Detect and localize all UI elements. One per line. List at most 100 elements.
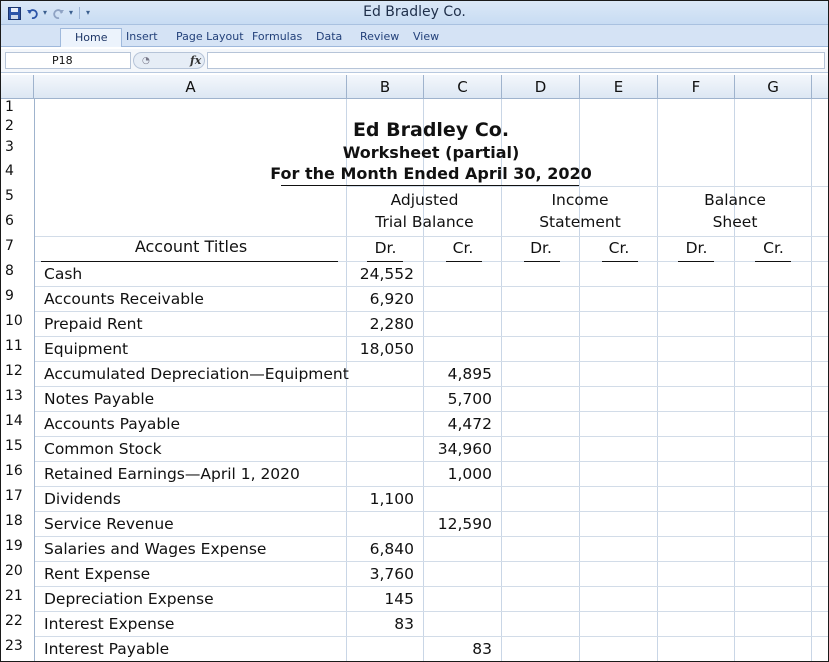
account-title: Cash: [44, 265, 83, 283]
row-header[interactable]: 21: [1, 588, 34, 604]
row-header[interactable]: 23: [1, 638, 34, 654]
tab-page-layout[interactable]: Page Layout: [174, 28, 246, 47]
select-all-corner[interactable]: [1, 75, 34, 99]
expand-icon[interactable]: ◔: [142, 56, 150, 66]
row-header[interactable]: 9: [1, 288, 34, 304]
period-underline: [281, 185, 579, 186]
tab-review[interactable]: Review: [358, 28, 401, 47]
account-cr: 5,700: [447, 390, 492, 408]
account-dr: 1,100: [369, 490, 414, 508]
row-header[interactable]: 5: [1, 188, 34, 204]
tab-view[interactable]: View: [411, 28, 441, 47]
row-header[interactable]: 8: [1, 263, 34, 279]
account-title: Depreciation Expense: [44, 590, 214, 608]
insert-function-icon[interactable]: fx: [190, 53, 201, 68]
atb-dr-header: Dr.: [374, 239, 397, 257]
row-header[interactable]: 15: [1, 438, 34, 454]
account-title: Interest Payable: [44, 640, 170, 658]
account-cr: 1,000: [447, 465, 492, 483]
account-title: Dividends: [44, 490, 121, 508]
column-header-g[interactable]: G: [735, 75, 812, 99]
tab-home[interactable]: Home: [60, 28, 123, 47]
row-header[interactable]: 12: [1, 363, 34, 379]
account-dr: 3,760: [369, 565, 414, 583]
company-title: Ed Bradley Co.: [352, 119, 510, 141]
column-header-c[interactable]: C: [424, 75, 502, 99]
worksheet-subtitle: Worksheet (partial): [342, 143, 520, 162]
account-dr: 6,840: [369, 540, 414, 558]
window-title: Ed Bradley Co.: [363, 4, 466, 20]
row-header[interactable]: 3: [1, 139, 34, 155]
row-header[interactable]: 22: [1, 613, 34, 629]
account-cr: 83: [472, 640, 492, 658]
account-title: Salaries and Wages Expense: [44, 540, 267, 558]
account-title: Accounts Payable: [44, 415, 181, 433]
bs-header-line1: Balance: [704, 191, 766, 209]
account-cr: 4,895: [447, 365, 492, 383]
account-title: Notes Payable: [44, 390, 155, 408]
row-header-divider: [34, 99, 35, 661]
column-header-d[interactable]: D: [502, 75, 580, 99]
account-title: Prepaid Rent: [44, 315, 143, 333]
account-dr: 145: [384, 590, 414, 608]
name-box[interactable]: P18: [5, 52, 131, 69]
row-header[interactable]: 4: [1, 163, 34, 179]
row-header[interactable]: 11: [1, 338, 34, 354]
account-title: Accounts Receivable: [44, 290, 204, 308]
is-header-line1: Income: [551, 191, 609, 209]
account-dr: 6,920: [369, 290, 414, 308]
dr-underline: [367, 261, 403, 262]
tab-insert[interactable]: Insert: [124, 28, 160, 47]
formula-input[interactable]: [207, 52, 825, 69]
tab-data[interactable]: Data: [314, 28, 344, 47]
tab-formulas[interactable]: Formulas: [250, 28, 304, 47]
cr-underline: [602, 261, 638, 262]
is-cr-header: Cr.: [608, 239, 630, 257]
account-title: Retained Earnings—April 1, 2020: [44, 465, 300, 483]
period-line: For the Month Ended April 30, 2020: [270, 164, 592, 183]
atb-header-line1: Adjusted: [390, 191, 459, 209]
row-header[interactable]: 10: [1, 313, 34, 329]
cr-underline: [446, 261, 482, 262]
atb-header-line2: Trial Balance: [375, 213, 474, 231]
is-header-line2: Statement: [539, 213, 621, 231]
dr-underline: [678, 261, 714, 262]
account-dr: 18,050: [359, 340, 414, 358]
column-header-b[interactable]: B: [347, 75, 424, 99]
row-header[interactable]: 13: [1, 388, 34, 404]
account-title: Common Stock: [44, 440, 162, 458]
account-dr: 24,552: [359, 265, 414, 283]
row-header[interactable]: 17: [1, 488, 34, 504]
account-title: Service Revenue: [44, 515, 174, 533]
row-header[interactable]: 14: [1, 413, 34, 429]
dr-underline: [524, 261, 560, 262]
row-header[interactable]: 2: [1, 118, 34, 134]
formula-controls: ◔ fx: [133, 52, 205, 69]
atb-cr-header: Cr.: [452, 239, 474, 257]
row-header[interactable]: 16: [1, 463, 34, 479]
title-bar: ▾ ▾ ▾ Ed Bradley Co.: [1, 1, 828, 25]
spreadsheet-window: ▾ ▾ ▾ Ed Bradley Co. Home Insert Page La…: [0, 0, 829, 662]
account-title: Accumulated Depreciation—Equipment: [44, 365, 349, 383]
bs-cr-header: Cr.: [763, 239, 784, 257]
account-cr: 4,472: [447, 415, 492, 433]
bs-dr-header: Dr.: [685, 239, 708, 257]
account-title: Equipment: [44, 340, 129, 358]
account-titles-underline: [41, 261, 338, 262]
row-header[interactable]: 1: [1, 99, 34, 115]
account-cr: 12,590: [437, 515, 492, 533]
account-title: Rent Expense: [44, 565, 151, 583]
row-header[interactable]: 20: [1, 563, 34, 579]
account-dr: 83: [394, 615, 414, 633]
column-header-a[interactable]: A: [35, 75, 347, 99]
row-header[interactable]: 7: [1, 238, 34, 254]
row-header[interactable]: 18: [1, 513, 34, 529]
row-header[interactable]: 6: [1, 213, 34, 229]
column-header-e[interactable]: E: [580, 75, 658, 99]
is-dr-header: Dr.: [530, 239, 552, 257]
bs-header-line2: Sheet: [712, 213, 758, 231]
formula-bar: P18 ◔ fx: [1, 49, 828, 73]
account-dr: 2,280: [369, 315, 414, 333]
column-header-f[interactable]: F: [658, 75, 735, 99]
row-header[interactable]: 19: [1, 538, 34, 554]
